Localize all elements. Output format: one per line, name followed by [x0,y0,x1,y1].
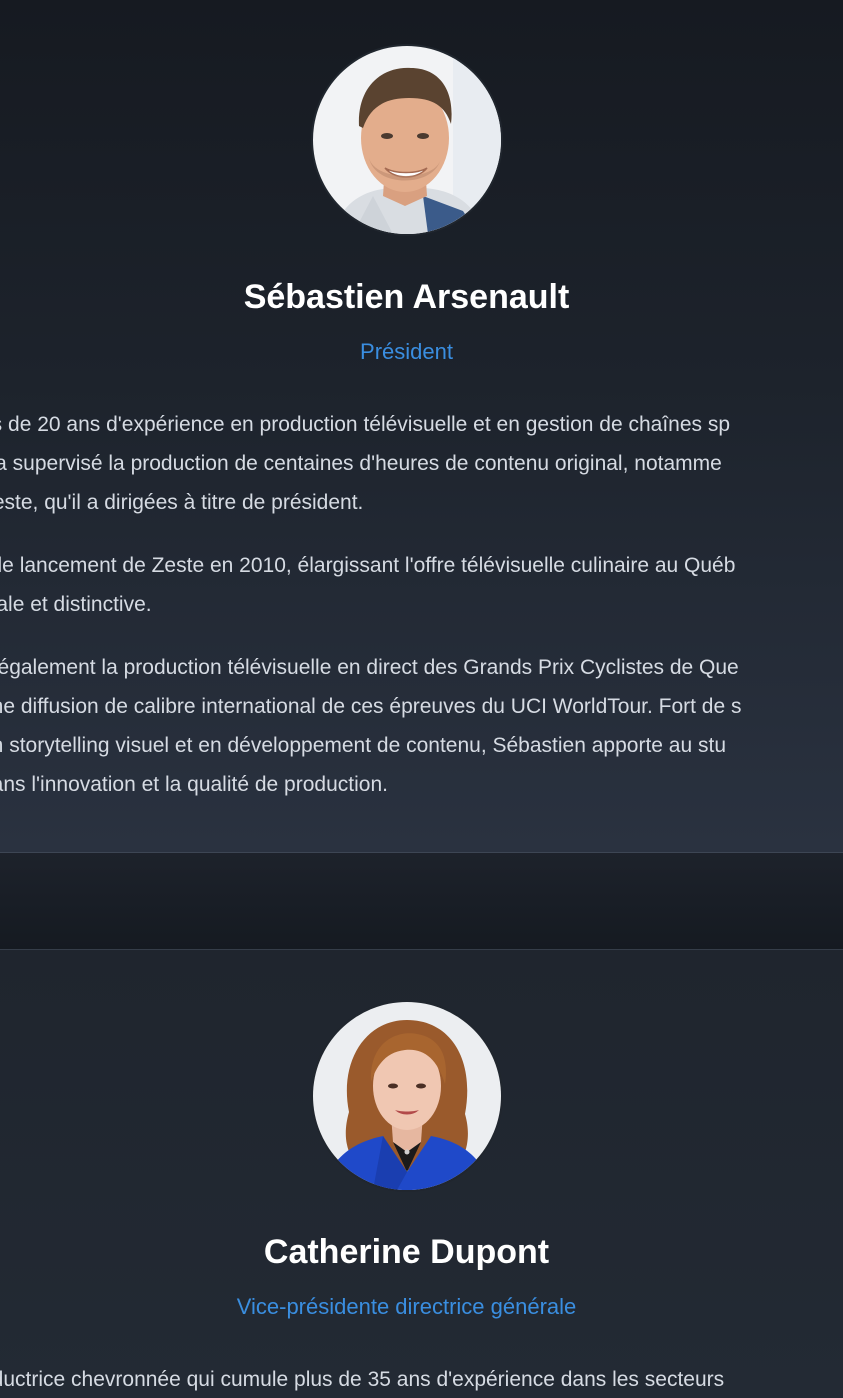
member-photo [313,46,501,234]
member-photo [313,1002,501,1190]
bio-line: en storytelling visuel et en développeme… [0,734,727,757]
team-page: Sébastien Arsenault Président us de 20 a… [0,0,843,1398]
bio-line: il a supervisé la production de centaine… [0,452,722,475]
member-name: Catherine Dupont [263,1233,550,1271]
member-role: Président [360,339,453,364]
member-name: Sébastien Arsenault [243,278,570,316]
man-portrait-image [313,46,501,234]
bio-line: Zeste, qu'il a dirigées à titre de prési… [0,491,364,514]
member-role: Vice-présidente directrice générale [236,1294,577,1319]
bio-line: oductrice chevronnée qui cumule plus de … [0,1368,725,1391]
woman-portrait-image [313,1002,501,1190]
bio-line: dans l'innovation et la qualité de produ… [0,773,388,796]
bio-line: us de 20 ans d'expérience en production … [0,413,731,436]
bio-line: e également la production télévisuelle e… [0,656,739,679]
section-spacer [0,853,843,949]
bio-line: inale et distinctive. [0,593,152,616]
bio-line: une diffusion de calibre international d… [0,695,742,718]
bio-line: é le lancement de Zeste en 2010, élargis… [0,554,736,577]
team-member-card: Sébastien Arsenault Président us de 20 a… [0,0,843,853]
team-member-card: Catherine Dupont Vice-présidente directr… [0,949,843,1398]
